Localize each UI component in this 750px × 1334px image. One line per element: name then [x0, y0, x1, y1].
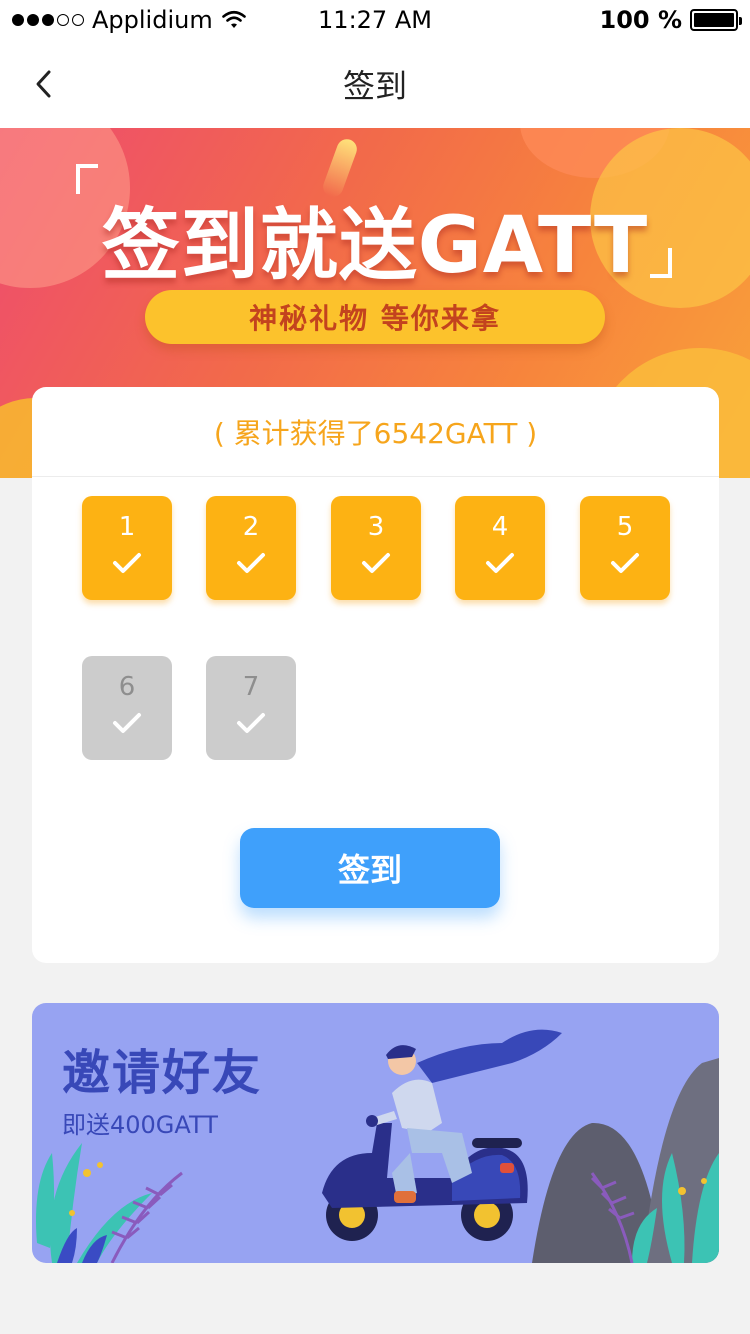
day-number: 2 — [242, 512, 260, 542]
check-icon — [611, 553, 639, 573]
check-icon — [362, 553, 390, 573]
invite-title: 邀请好友 — [62, 1045, 263, 1101]
nav-bar: 签到 — [0, 40, 750, 128]
check-icon — [486, 553, 514, 573]
day-number: 3 — [367, 512, 385, 542]
status-time: 11:27 AM — [318, 6, 432, 34]
banner-title: 签到就送GATT — [101, 201, 649, 291]
back-button[interactable] — [24, 64, 64, 104]
day-tile[interactable]: 4 — [455, 496, 545, 600]
day-tile[interactable]: 2 — [206, 496, 296, 600]
day-number: 5 — [616, 512, 634, 542]
day-tile[interactable]: 5 — [580, 496, 670, 600]
day-number: 7 — [242, 672, 260, 702]
status-right: 100 % — [438, 6, 742, 34]
page-title: 签到 — [342, 67, 407, 105]
day-number: 1 — [118, 512, 136, 542]
battery-percent: 100 % — [599, 6, 683, 34]
signal-strength-icon — [12, 14, 84, 26]
wifi-icon — [221, 10, 246, 28]
sign-in-card: ( 累计获得了6542GATT ) 1 2 3 4 5 6 7 签到 — [32, 387, 719, 963]
day-tile[interactable]: 6 — [82, 656, 172, 760]
day-number: 4 — [491, 512, 509, 542]
sign-in-button[interactable]: 签到 — [240, 828, 500, 908]
battery-icon — [690, 9, 742, 31]
status-left: Applidium — [12, 6, 312, 34]
check-icon — [113, 713, 141, 733]
invite-subtitle: 即送400GATT — [62, 1111, 218, 1139]
day-number: 6 — [118, 672, 136, 702]
chevron-left-icon — [36, 70, 51, 98]
total-earned-text: ( 累计获得了6542GATT ) — [32, 387, 719, 477]
check-icon — [237, 553, 265, 573]
day-tile[interactable]: 1 — [82, 496, 172, 600]
day-tile[interactable]: 3 — [331, 496, 421, 600]
banner-subtitle-pill: 神秘礼物 等你来拿 — [145, 290, 605, 344]
check-icon — [113, 553, 141, 573]
invite-friends-card[interactable]: 邀请好友 即送400GATT — [32, 1003, 719, 1263]
status-bar: Applidium 11:27 AM 100 % — [0, 0, 750, 40]
carrier-name: Applidium — [92, 6, 213, 34]
check-icon — [237, 713, 265, 733]
day-tile[interactable]: 7 — [206, 656, 296, 760]
